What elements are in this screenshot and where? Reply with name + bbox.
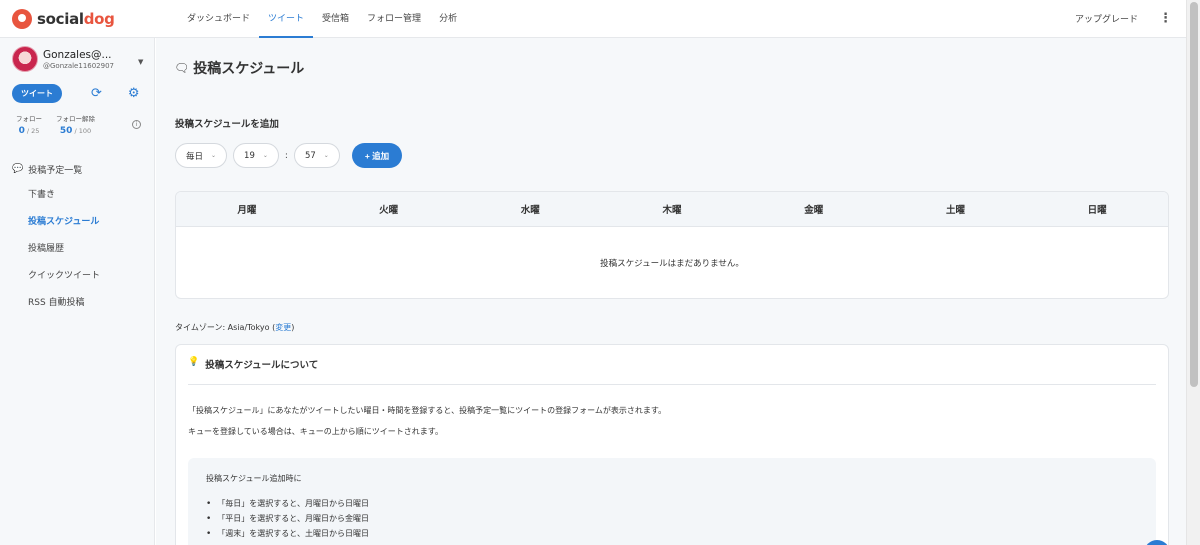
schedule-table: 月曜 火曜 水曜 木曜 金曜 土曜 日曜 投稿スケジュールはまだありません。 [175, 191, 1169, 299]
sidebar-item-label: 投稿予定一覧 [28, 165, 83, 176]
nav-follow-management[interactable]: フォロー管理 [358, 0, 430, 38]
timezone-info: タイムゾーン: Asia/Tokyo (変更) [175, 322, 294, 333]
upgrade-link[interactable]: アップグレード [1075, 12, 1138, 25]
nav-dashboard[interactable]: ダッシュボード [178, 0, 259, 38]
speech-bubble-icon: 💬 [12, 164, 24, 174]
weekday-friday: 金曜 [804, 205, 824, 216]
refresh-icon[interactable]: ⟳ [91, 86, 102, 101]
minute-value: 57 [304, 150, 316, 161]
stat-label: フォロー [16, 115, 42, 123]
logo-text-dog: dog [83, 9, 115, 28]
chevron-down-icon: ⌄ [262, 152, 268, 159]
page-scrollbar[interactable] [1186, 0, 1200, 545]
list-item: 「週末」を選択すると、土曜日から日曜日 [206, 526, 369, 541]
note-list: 「毎日」を選択すると、月曜日から日曜日 「平日」を選択すると、月曜日から金曜日 … [206, 496, 369, 541]
about-schedule-panel: 💡 投稿スケジュールについて 「投稿スケジュール」にあなたがツイートしたい曜日・… [175, 344, 1169, 545]
about-paragraph-1: 「投稿スケジュール」にあなたがツイートしたい曜日・時間を登録すると、投稿予定一覧… [188, 406, 667, 415]
weekday-tuesday: 火曜 [379, 205, 399, 216]
weekday-sunday: 日曜 [1087, 205, 1107, 216]
time-separator: : [284, 150, 288, 161]
list-item: 「平日」を選択すると、月曜日から金曜日 [206, 511, 369, 526]
weekday-monday: 月曜 [237, 205, 257, 216]
sidebar-item-post-history[interactable]: 投稿履歴 [0, 234, 154, 261]
main-content: 🗨 投稿スケジュール 投稿スケジュールを追加 毎日 ⌄ 19 ⌄ : 57 ⌄ … [156, 38, 1186, 545]
timezone-label: タイムゾーン: Asia/Tokyo [175, 323, 270, 332]
nav-tweet[interactable]: ツイート [259, 0, 314, 38]
add-schedule-controls: 毎日 ⌄ 19 ⌄ : 57 ⌄ + 追加 [175, 143, 403, 168]
profile-name: Gonzales@... [43, 48, 112, 61]
timezone-change-link[interactable]: 変更 [275, 323, 291, 332]
logo-text-social: social [37, 9, 84, 28]
stat-follow: フォロー 0 / 25 [16, 113, 42, 136]
stat-value: 50 / 100 [56, 126, 95, 136]
stat-max: / 100 [72, 127, 92, 135]
sidebar-item-post-schedule[interactable]: 投稿スケジュール [0, 207, 154, 234]
schedule-note-box: 投稿スケジュール追加時に 「毎日」を選択すると、月曜日から日曜日 「平日」を選択… [188, 458, 1156, 545]
sidebar-item-rss-autopost[interactable]: RSS 自動投稿 [0, 288, 154, 315]
stat-count: 50 [59, 126, 73, 136]
about-header: 💡 投稿スケジュールについて [188, 357, 1156, 385]
weekday-wednesday: 水曜 [520, 205, 540, 216]
caret-down-icon[interactable]: ▼ [138, 58, 143, 66]
gear-icon[interactable]: ⚙ [128, 86, 140, 101]
frequency-value: 毎日 [186, 151, 204, 162]
profile-info: Gonzales@... @Gonzale11602907 [43, 49, 114, 70]
minute-select[interactable]: 57 ⌄ [293, 143, 340, 168]
scrollbar-thumb[interactable] [1190, 2, 1198, 387]
sidebar-menu: 💬 投稿予定一覧 下書き 投稿スケジュール 投稿履歴 クイックツイート RSS … [0, 158, 154, 315]
hour-select[interactable]: 19 ⌄ [233, 143, 279, 168]
frequency-select[interactable]: 毎日 ⌄ [175, 143, 228, 168]
weekday-saturday: 土曜 [945, 205, 965, 216]
top-navigation-bar: socialdog ダッシュボード ツイート 受信箱 フォロー管理 分析 アップ… [0, 0, 1186, 38]
logo[interactable]: socialdog [12, 8, 160, 29]
note-title: 投稿スケジュール追加時に [206, 474, 302, 483]
more-menu-icon[interactable]: ⋮ [1159, 11, 1172, 26]
info-icon[interactable]: i [132, 120, 141, 129]
logo-mark-icon [12, 8, 32, 29]
about-title: 投稿スケジュールについて [205, 360, 319, 371]
tweet-button[interactable]: ツイート [12, 84, 62, 103]
page-title-text: 投稿スケジュール [193, 61, 305, 77]
hour-value: 19 [244, 150, 255, 161]
sidebar-item-scheduled-list[interactable]: 💬 投稿予定一覧 [0, 158, 154, 180]
nav-analytics[interactable]: 分析 [430, 0, 466, 38]
stat-unfollow: フォロー解除 50 / 100 [56, 113, 95, 136]
weekday-header: 月曜 火曜 水曜 木曜 金曜 土曜 日曜 [176, 192, 1168, 227]
main-nav: ダッシュボード ツイート 受信箱 フォロー管理 分析 [178, 0, 466, 38]
add-schedule-button[interactable]: + 追加 [351, 143, 403, 168]
chevron-down-icon: ⌄ [211, 152, 217, 159]
weekday-thursday: 木曜 [662, 205, 682, 216]
nav-inbox[interactable]: 受信箱 [313, 0, 358, 38]
sidebar-actions: ツイート ⟳ ⚙ [0, 72, 154, 103]
stat-value: 0 / 25 [16, 126, 42, 136]
speech-bubble-icon: 🗨 [174, 61, 190, 75]
lightbulb-icon: 💡 [188, 357, 200, 367]
stat-label: フォロー解除 [56, 115, 95, 123]
sidebar-item-drafts[interactable]: 下書き [0, 180, 154, 207]
account-switcher[interactable]: Gonzales@... @Gonzale11602907 [0, 38, 154, 72]
sidebar-item-quick-tweet[interactable]: クイックツイート [0, 261, 154, 288]
empty-schedule-message: 投稿スケジュールはまだありません。 [600, 259, 744, 269]
chevron-down-icon: ⌄ [323, 152, 329, 159]
avatar [12, 46, 38, 72]
logo-text: socialdog [37, 10, 115, 28]
follow-stats: フォロー 0 / 25 フォロー解除 50 / 100 i [0, 103, 154, 136]
page-title: 🗨 投稿スケジュール [174, 58, 304, 78]
timezone-paren-close: ) [291, 323, 295, 332]
about-paragraph-2: キューを登録している場合は、キューの上から順にツイートされます。 [188, 427, 443, 436]
sidebar: Gonzales@... @Gonzale11602907 ▼ ツイート ⟳ ⚙… [0, 38, 155, 545]
stat-max: / 25 [24, 127, 40, 135]
add-schedule-heading: 投稿スケジュールを追加 [175, 119, 279, 130]
profile-handle: @Gonzale11602907 [43, 61, 114, 70]
list-item: 「毎日」を選択すると、月曜日から日曜日 [206, 496, 369, 511]
